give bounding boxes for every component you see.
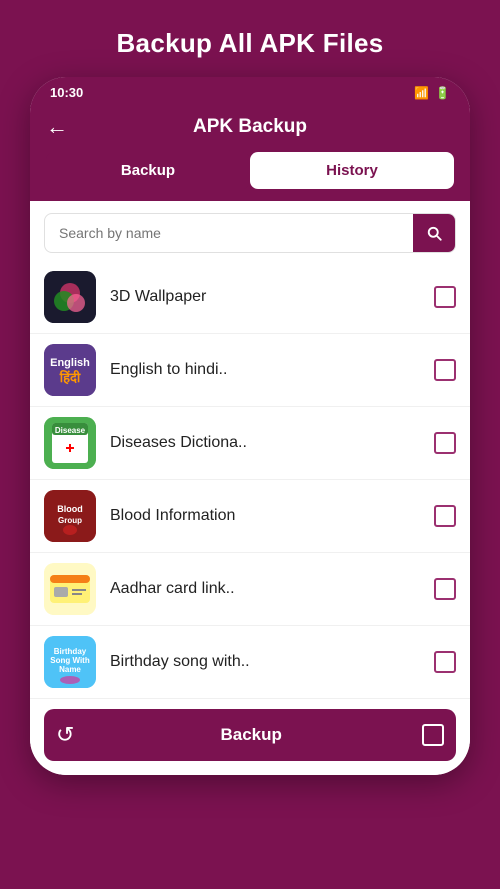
svg-text:Song With: Song With — [50, 656, 90, 665]
app-icon — [44, 271, 96, 323]
app-icon: Birthday Song With Name — [44, 636, 96, 688]
tab-backup[interactable]: Backup — [46, 152, 250, 189]
backup-button[interactable]: Backup — [80, 713, 422, 757]
app-checkbox[interactable] — [434, 432, 456, 454]
search-input[interactable] — [45, 215, 413, 251]
app-name: Blood Information — [110, 507, 420, 525]
list-item: Aadhar card link.. — [30, 553, 470, 626]
app-checkbox[interactable] — [434, 286, 456, 308]
phone-frame: 10:30 ← APK Backup Backup History — [30, 77, 470, 775]
list-item: English हिंदी English to hindi.. — [30, 334, 470, 407]
nav-title: APK Backup — [193, 116, 307, 138]
battery-icon — [435, 85, 450, 100]
page-title: Backup All APK Files — [96, 0, 403, 77]
svg-text:Birthday: Birthday — [54, 647, 87, 656]
svg-text:हिंदी: हिंदी — [59, 369, 81, 385]
app-checkbox[interactable] — [434, 505, 456, 527]
app-icon: English हिंदी — [44, 344, 96, 396]
search-button[interactable] — [413, 214, 455, 252]
app-name: 3D Wallpaper — [110, 288, 420, 306]
list-item: Blood Group Blood Information — [30, 480, 470, 553]
app-icon — [44, 563, 96, 615]
content-area: 3D Wallpaper English हिंदी English to hi… — [30, 201, 470, 775]
app-name: English to hindi.. — [110, 361, 420, 379]
wifi-icon — [414, 85, 429, 100]
search-bar — [44, 213, 456, 253]
list-item: Disease Dictionary Diseases Dictiona.. — [30, 407, 470, 480]
app-checkbox[interactable] — [434, 578, 456, 600]
svg-text:Name: Name — [59, 665, 81, 674]
select-all-checkbox[interactable] — [422, 724, 444, 746]
refresh-button[interactable]: ↺ — [50, 716, 80, 754]
app-name: Aadhar card link.. — [110, 580, 420, 598]
svg-text:Blood: Blood — [57, 504, 83, 514]
app-name: Birthday song with.. — [110, 653, 420, 671]
search-icon — [425, 224, 443, 242]
list-item: Birthday Song With Name Birthday song wi… — [30, 626, 470, 699]
bottom-bar: ↺ Backup — [44, 709, 456, 761]
svg-text:Group: Group — [58, 516, 82, 525]
tab-history[interactable]: History — [250, 152, 454, 189]
app-icon: Blood Group — [44, 490, 96, 542]
svg-text:Dictionary: Dictionary — [53, 437, 87, 444]
app-list: 3D Wallpaper English हिंदी English to hi… — [30, 261, 470, 699]
top-nav: ← APK Backup — [30, 106, 470, 152]
back-button[interactable]: ← — [46, 114, 68, 140]
app-checkbox[interactable] — [434, 359, 456, 381]
svg-text:English: English — [50, 357, 90, 369]
app-name: Diseases Dictiona.. — [110, 434, 420, 452]
app-checkbox[interactable] — [434, 651, 456, 673]
tab-bar: Backup History — [30, 152, 470, 201]
app-icon: Disease Dictionary — [44, 417, 96, 469]
svg-text:Disease: Disease — [55, 426, 86, 435]
status-bar: 10:30 — [30, 77, 470, 106]
list-item: 3D Wallpaper — [30, 261, 470, 334]
status-time: 10:30 — [50, 85, 83, 100]
